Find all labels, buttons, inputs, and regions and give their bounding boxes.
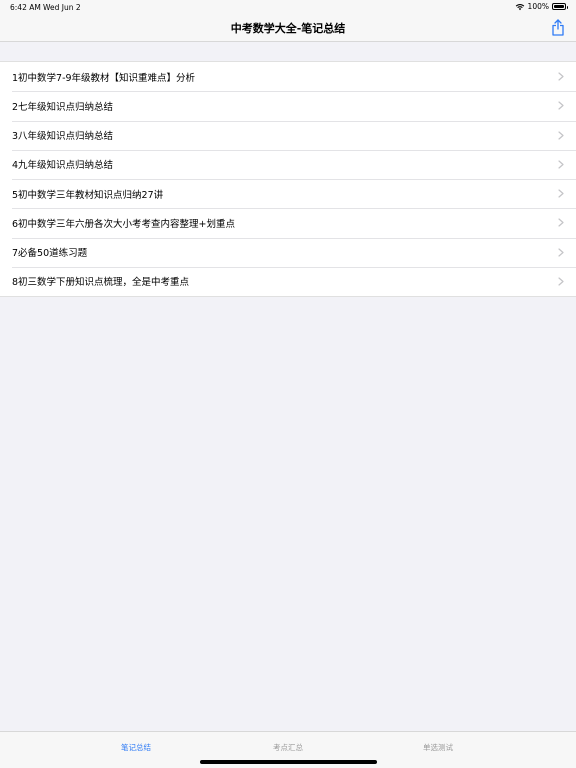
battery-icon [552, 3, 568, 10]
list-item[interactable]: 1初中数学7-9年级教材【知识重难点】分析 [0, 62, 576, 91]
status-bar: 6:42 AM Wed Jun 2 100% [0, 0, 576, 14]
wifi-icon [515, 3, 524, 10]
list-item[interactable]: 7必备50道练习题 [0, 237, 576, 267]
list-item-label: 8初三数学下册知识点梳理，全是中考重点 [12, 277, 190, 289]
list-item-label: 5初中数学三年教材知识点归纳27讲 [12, 189, 164, 201]
share-icon[interactable] [551, 19, 565, 36]
status-time: 6:42 AM [10, 3, 41, 12]
chevron-right-icon [558, 131, 564, 140]
list-item[interactable]: 2七年级知识点归纳总结 [0, 91, 576, 120]
page-title: 中考数学大全-笔记总结 [230, 22, 346, 35]
list-item-label: 3八年级知识点归纳总结 [12, 131, 114, 143]
chevron-right-icon [558, 218, 564, 227]
list-item-label: 6初中数学三年六册各次大小考考查内容整理+划重点 [12, 218, 236, 230]
list-item[interactable]: 8初三数学下册知识点梳理，全是中考重点 [0, 266, 576, 296]
notes-list: 1初中数学7-9年级教材【知识重难点】分析 2七年级知识点归纳总结 3八年级知识… [0, 61, 576, 297]
chevron-right-icon [558, 248, 564, 257]
chevron-right-icon [558, 101, 564, 110]
status-indicators: 100% [515, 2, 568, 11]
list-item-label: 4九年级知识点归纳总结 [12, 160, 114, 172]
home-indicator [200, 760, 377, 764]
list-item[interactable]: 6初中数学三年六册各次大小考考查内容整理+划重点 [0, 208, 576, 237]
chevron-right-icon [558, 160, 564, 169]
list-item-label: 7必备50道练习题 [12, 248, 88, 260]
navigation-bar: 中考数学大全-笔记总结 [0, 14, 576, 42]
list-item-label: 1初中数学7-9年级教材【知识重难点】分析 [12, 72, 196, 84]
battery-percent: 100% [527, 2, 549, 11]
tab-single-choice-test[interactable]: 单选测试 [398, 742, 478, 753]
status-date: Wed Jun 2 [43, 3, 81, 12]
list-item-label: 2七年级知识点归纳总结 [12, 101, 114, 113]
list-item[interactable]: 4九年级知识点归纳总结 [0, 149, 576, 179]
list-item[interactable]: 5初中数学三年教材知识点归纳27讲 [0, 179, 576, 208]
chevron-right-icon [558, 189, 564, 198]
tab-key-points[interactable]: 考点汇总 [248, 742, 328, 753]
list-item[interactable]: 3八年级知识点归纳总结 [0, 120, 576, 150]
chevron-right-icon [558, 277, 564, 286]
tab-notes-summary[interactable]: 笔记总结 [96, 742, 176, 753]
chevron-right-icon [558, 72, 564, 81]
